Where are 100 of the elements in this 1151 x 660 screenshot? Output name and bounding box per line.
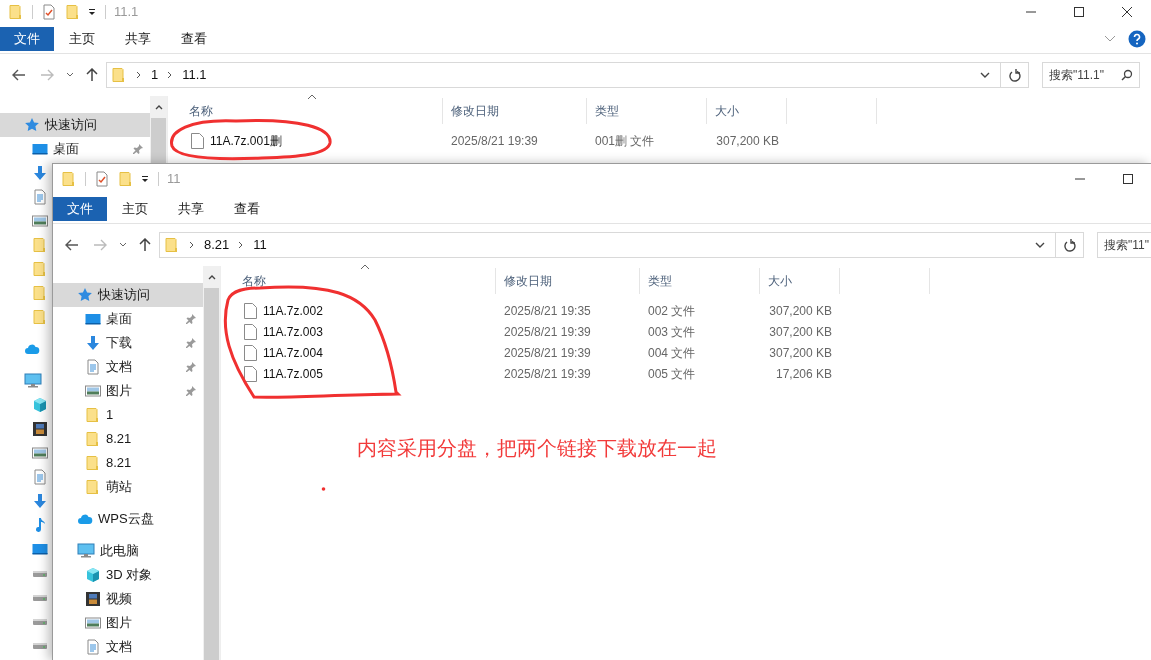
chevron-right-icon[interactable] [136,71,142,79]
properties-icon[interactable] [41,4,57,20]
sort-caret-icon [360,264,370,270]
address-bar[interactable]: 8.21 11 [159,232,1084,258]
ribbon-tab[interactable]: 共享 [163,196,219,221]
search-box[interactable]: 搜索"11" [1097,232,1151,258]
chevron-down-icon[interactable] [1035,241,1045,249]
column-header[interactable]: 名称 [229,268,496,294]
breadcrumb-item[interactable]: 1 [151,65,159,85]
file-row[interactable]: 11A.7z.001删 2025/8/21 19:39 001删 文件 307,200 KB [176,130,1151,151]
sidebar-item[interactable]: 视频 [53,587,203,611]
dropdown-icon[interactable] [140,174,150,184]
scroll-thumb[interactable] [204,288,219,660]
scroll-thumb[interactable] [151,118,166,163]
column-header[interactable]: 修改日期 [443,98,587,124]
search-field[interactable]: 搜索"11" [1104,236,1151,254]
pin-icon[interactable] [185,385,197,397]
pin-icon[interactable] [185,337,197,349]
caret-up-icon [154,104,163,110]
chevron-right-icon[interactable] [167,71,174,79]
sidebar-item[interactable]: 快速访问 [0,113,150,137]
sidebar-item[interactable]: 快速访问 [53,283,203,307]
ribbon-tab[interactable]: 共享 [110,26,166,51]
file-row[interactable]: 11A.7z.002 2025/8/21 19:35 002 文件 307,200 KB [229,300,1151,321]
document-icon [32,469,48,485]
file-row[interactable]: 11A.7z.005 2025/8/21 19:39 005 文件 17,206 KB [229,363,1151,384]
properties-icon[interactable] [94,171,110,187]
address-bar[interactable]: 1 11.1 [106,62,1029,88]
column-header[interactable]: 大小 [707,98,787,124]
document-icon [32,189,48,205]
pin-icon[interactable] [132,143,144,155]
film-icon [32,421,48,437]
document-icon [85,639,101,655]
folder-icon [32,309,48,325]
breadcrumb-item[interactable]: 11.1 [182,65,207,85]
folder-icon[interactable] [118,171,134,187]
column-header[interactable]: 类型 [640,268,760,294]
chevron-right-icon[interactable] [238,241,245,249]
file-row[interactable]: 11A.7z.004 2025/8/21 19:39 004 文件 307,200 KB [229,342,1151,363]
sidebar-item[interactable]: 8.21 [53,427,203,451]
file-type: 001删 文件 [594,132,656,150]
column-header[interactable]: 修改日期 [496,268,640,294]
sidebar-item[interactable]: 图片 [53,611,203,635]
file-name: 11A.7z.005 [263,365,323,383]
ribbon-tab[interactable]: 查看 [166,26,222,51]
folder-icon [85,431,101,447]
sidebar-item[interactable]: WPS云盘 [53,507,203,531]
up-arrow-icon[interactable] [86,68,98,82]
search-icon [1121,69,1133,81]
file-tab[interactable]: 文件 [0,26,54,51]
chevron-down-icon[interactable] [980,71,990,79]
forward-arrow-icon[interactable] [40,69,54,81]
picture-icon [85,615,101,631]
back-arrow-icon[interactable] [65,239,79,251]
sidebar-item[interactable]: 桌面 [0,137,150,161]
cube-icon [85,567,101,583]
dropdown-icon[interactable] [87,7,97,17]
chevron-right-icon[interactable] [189,241,195,249]
breadcrumb-item[interactable]: 8.21 [204,235,230,255]
sidebar-item[interactable]: 8.21 [53,451,203,475]
ribbon-tab[interactable]: 查看 [219,196,275,221]
file-type: 005 文件 [647,365,697,383]
chevron-down-icon[interactable] [119,242,127,248]
sidebar-item[interactable]: 图片 [53,379,203,403]
pin-icon[interactable] [185,313,197,325]
column-header[interactable]: 类型 [587,98,707,124]
file-name: 11A.7z.003 [263,323,323,341]
sidebar-item[interactable]: 萌站 [53,475,203,499]
search-field[interactable]: 搜索"11.1" [1049,66,1119,84]
pin-icon[interactable] [185,361,197,373]
up-arrow-icon[interactable] [139,238,151,252]
folder-icon [111,67,127,83]
chevron-down-icon[interactable] [66,72,74,78]
back-arrow-icon[interactable] [12,69,26,81]
refresh-icon [1063,238,1076,252]
sidebar-item[interactable]: 此电脑 [53,539,203,563]
ribbon-tab[interactable]: 主页 [107,196,163,221]
folder-icon[interactable] [61,171,77,187]
file-size: 17,206 KB [774,365,833,383]
file-row[interactable]: 11A.7z.003 2025/8/21 19:39 003 文件 307,200 KB [229,321,1151,342]
breadcrumb-item[interactable]: 11 [253,235,267,255]
folder-icon[interactable] [65,4,81,20]
column-header[interactable]: 名称 [176,98,443,124]
ribbon-tab[interactable]: 主页 [54,26,110,51]
sidebar-item[interactable]: 3D 对象 [53,563,203,587]
modified-date: 2025/8/21 19:35 [503,302,592,320]
file-icon [244,344,257,361]
sidebar-item[interactable]: 桌面 [53,307,203,331]
help-icon[interactable] [1128,29,1146,48]
folder-icon [85,479,101,495]
sidebar-item[interactable]: 文档 [53,355,203,379]
sidebar-item[interactable]: 下载 [53,331,203,355]
file-tab[interactable]: 文件 [53,196,107,221]
sidebar-item[interactable]: 1 [53,403,203,427]
folder-icon[interactable] [8,4,24,20]
sidebar-item[interactable]: 文档 [53,635,203,659]
column-header[interactable]: 大小 [760,268,840,294]
forward-arrow-icon[interactable] [93,239,107,251]
desktop-icon [32,541,48,557]
search-box[interactable]: 搜索"11.1" [1042,62,1140,88]
